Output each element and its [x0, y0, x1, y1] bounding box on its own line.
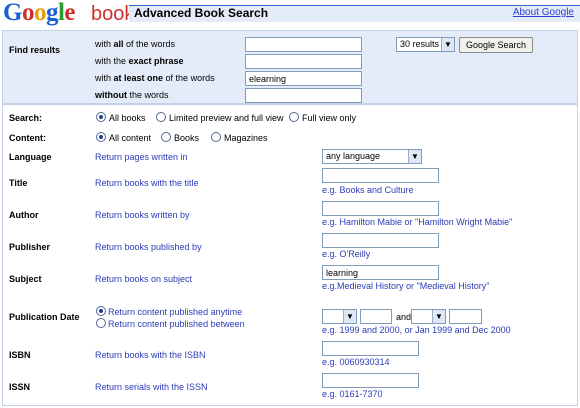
author-label: Author — [9, 210, 39, 220]
subject-label: Subject — [9, 274, 42, 284]
chevron-down-icon: ▼ — [343, 310, 356, 323]
content-all-radio[interactable] — [96, 132, 106, 142]
chevron-down-icon: ▼ — [441, 38, 454, 51]
at-least-one-label: with at least one of the words — [95, 73, 215, 83]
pubdate-anytime-radio[interactable] — [96, 306, 106, 316]
subject-hint: e.g.Medieval History or "Medieval Histor… — [322, 281, 490, 291]
exact-phrase-label: with the exact phrase — [95, 56, 184, 66]
content-magazines-label: Magazines — [224, 133, 268, 143]
without-words-input[interactable] — [245, 88, 362, 103]
subject-desc: Return books on subject — [95, 274, 193, 284]
pubdate-between-label: Return content published between — [108, 319, 245, 329]
and-label: and — [396, 312, 412, 322]
search-label: Search: — [9, 113, 43, 123]
results-count-select[interactable]: 30 results ▼ — [396, 37, 455, 52]
issn-input[interactable] — [322, 373, 419, 388]
author-desc: Return books written by — [95, 210, 190, 220]
content-all-label: All content — [109, 133, 152, 143]
all-words-input[interactable] — [245, 37, 362, 52]
author-hint: e.g. Hamilton Mabie or "Hamilton Wright … — [322, 217, 513, 227]
all-words-label: with all of the words — [95, 39, 176, 49]
search-full-view-label: Full view only — [302, 113, 357, 123]
content-books-label: Books — [174, 133, 200, 143]
publisher-input[interactable] — [322, 233, 439, 248]
language-desc: Return pages written in — [95, 152, 188, 162]
content-label: Content: — [9, 133, 46, 143]
google-logo[interactable]: Google — [3, 0, 75, 26]
issn-hint: e.g. 0161-7370 — [322, 389, 383, 399]
author-input[interactable] — [322, 201, 439, 216]
at-least-one-input[interactable] — [245, 71, 362, 86]
chevron-down-icon: ▼ — [432, 310, 445, 323]
pubdate-hint: e.g. 1999 and 2000, or Jan 1999 and Dec … — [322, 325, 511, 335]
isbn-label: ISBN — [9, 350, 31, 360]
about-google-link[interactable]: About Google — [513, 7, 574, 18]
title-hint: e.g. Books and Culture — [322, 185, 414, 195]
to-month-select[interactable]: ▼ — [411, 309, 446, 324]
issn-label: ISSN — [9, 382, 31, 392]
isbn-desc: Return books with the ISBN — [95, 350, 206, 360]
find-results-label: Find results — [9, 45, 61, 55]
publication-date-label: Publication Date — [9, 312, 80, 322]
content-books-radio[interactable] — [161, 132, 171, 142]
to-year-input[interactable] — [449, 309, 482, 324]
chevron-down-icon: ▼ — [408, 150, 421, 163]
google-search-button[interactable]: Google Search — [459, 37, 533, 53]
from-year-input[interactable] — [360, 309, 392, 324]
issn-desc: Return serials with the ISSN — [95, 382, 208, 392]
publisher-hint: e.g. O'Reilly — [322, 249, 371, 259]
exact-phrase-input[interactable] — [245, 54, 362, 69]
search-full-view-radio[interactable] — [289, 112, 299, 122]
content-magazines-radio[interactable] — [211, 132, 221, 142]
subject-input[interactable] — [322, 265, 439, 280]
pubdate-between-radio[interactable] — [96, 318, 106, 328]
page-title: Advanced Book Search — [134, 6, 269, 20]
isbn-hint: e.g. 0060930314 — [322, 357, 390, 367]
title-label: Title — [9, 178, 28, 188]
publisher-desc: Return books published by — [95, 242, 202, 252]
header: Google books Advanced Book Search About … — [0, 0, 580, 28]
title-desc: Return books with the title — [95, 178, 199, 188]
from-month-select[interactable]: ▼ — [322, 309, 357, 324]
search-limited-preview-label: Limited preview and full view — [169, 113, 284, 123]
language-label: Language — [9, 152, 52, 162]
isbn-input[interactable] — [322, 341, 419, 356]
search-limited-preview-radio[interactable] — [156, 112, 166, 122]
title-input[interactable] — [322, 168, 439, 183]
pubdate-anytime-label: Return content published anytime — [108, 307, 243, 317]
publisher-label: Publisher — [9, 242, 51, 252]
advanced-options-panel — [2, 104, 578, 406]
search-all-books-label: All books — [109, 113, 146, 123]
search-all-books-radio[interactable] — [96, 112, 106, 122]
without-words-label: without the words — [95, 90, 169, 100]
language-select[interactable]: any language ▼ — [322, 149, 422, 164]
